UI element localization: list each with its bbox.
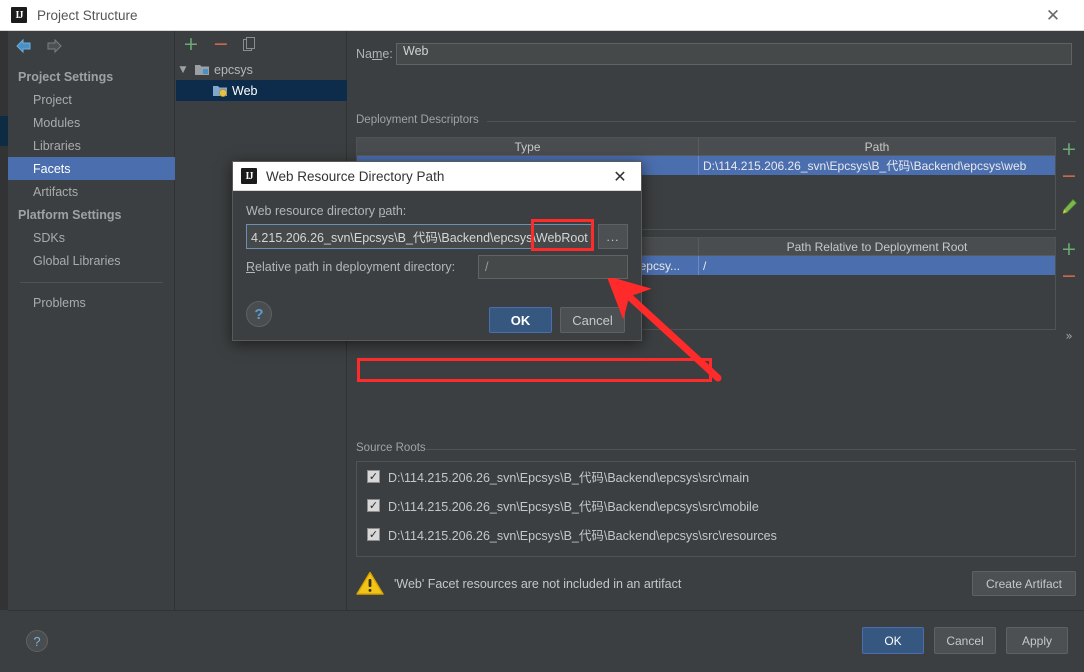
sidebar-item-facets[interactable]: Facets [8, 157, 175, 180]
source-roots-group-label: Source Roots [356, 442, 1076, 454]
dialog-footer: ? OK Cancel Apply [8, 610, 1084, 664]
dialog-cancel-button[interactable]: Cancel [560, 307, 625, 333]
source-root-path: D:\114.215.206.26_svn\Epcsys\B_代码\Backen… [388, 500, 759, 514]
copy-icon[interactable] [242, 36, 258, 53]
group-rule [426, 449, 1076, 450]
sidebar-item-global-libraries[interactable]: Global Libraries [8, 249, 175, 272]
remove-descriptor-button[interactable]: − [1061, 167, 1077, 186]
tree-node-label: epcsys [214, 62, 253, 77]
dialog-ok-button[interactable]: OK [489, 307, 552, 333]
sidebar-item-problems[interactable]: Problems [8, 291, 175, 314]
source-root-item[interactable]: ✓ D:\114.215.206.26_svn\Epcsys\B_代码\Back… [357, 520, 1075, 549]
web-resource-directory-path-dialog: IJ Web Resource Directory Path ✕ Web res… [232, 161, 642, 341]
sidebar-group-title-project-settings: Project Settings [18, 69, 114, 84]
cell-relative-path: / [703, 258, 707, 273]
cell-path: D:\114.215.206.26_svn\Epcsys\B_代码\Backen… [703, 159, 1027, 173]
source-root-path: D:\114.215.206.26_svn\Epcsys\B_代码\Backen… [388, 471, 750, 485]
relative-path-input[interactable]: / [478, 255, 628, 279]
dialog-titlebar: IJ Web Resource Directory Path ✕ [233, 162, 641, 191]
intellij-icon: IJ [11, 7, 27, 23]
deployment-descriptors-group-label: Deployment Descriptors [356, 114, 1076, 126]
add-descriptor-button[interactable]: + [1061, 140, 1077, 159]
sidebar-divider [20, 282, 163, 283]
dialog-relative-label: Relative path in deployment directory: [246, 260, 456, 274]
add-web-resource-button[interactable]: + [1061, 240, 1077, 259]
sidebar-group-title-platform-settings: Platform Settings [18, 207, 122, 222]
ok-button[interactable]: OK [862, 627, 924, 654]
dialog-path-label: Web resource directory path: [246, 204, 407, 218]
web-resource-directories-buttons: + − » [1058, 237, 1080, 343]
sidebar-item-project[interactable]: Project [8, 88, 175, 111]
module-folder-icon [195, 65, 209, 75]
source-root-checkbox[interactable]: ✓ [367, 528, 380, 541]
group-title-text: Source Roots [356, 442, 426, 454]
sidebar-item-modules[interactable]: Modules [8, 111, 175, 134]
facet-tree-toolbar: + − [176, 31, 347, 58]
group-title-text: Deployment Descriptors [356, 114, 479, 126]
sidebar-item-libraries[interactable]: Libraries [8, 134, 175, 157]
arrow-right-icon[interactable] [45, 38, 63, 54]
column-header-path[interactable]: Path [699, 138, 1055, 155]
source-root-path: D:\114.215.206.26_svn\Epcsys\B_代码\Backen… [388, 529, 777, 543]
dialog-help-icon[interactable]: ? [246, 301, 272, 327]
artifact-warning-row: 'Web' Facet resources are not included i… [356, 571, 1076, 596]
footer-buttons: OK Cancel Apply [862, 627, 1068, 654]
source-root-checkbox[interactable]: ✓ [367, 470, 380, 483]
window-title: Project Structure [37, 7, 138, 23]
deployment-descriptors-buttons: + − [1058, 137, 1080, 230]
browse-button[interactable]: ... [598, 224, 628, 249]
settings-sidebar: Project Settings Project Modules Librari… [8, 31, 175, 610]
sidebar-nav-row [8, 31, 175, 61]
warning-triangle-icon [356, 571, 384, 595]
source-roots-list: ✓ D:\114.215.206.26_svn\Epcsys\B_代码\Back… [356, 461, 1076, 557]
chevron-down-icon[interactable]: ▼ [176, 65, 190, 75]
pencil-edit-icon[interactable] [1061, 198, 1078, 215]
close-icon[interactable]: ✕ [1036, 0, 1070, 31]
project-structure-window: IJ Project Structure ✕ Project Settings … [0, 0, 1084, 672]
dialog-title: Web Resource Directory Path [266, 168, 445, 184]
facet-name-row: Name: Web [356, 43, 1072, 65]
intellij-icon: IJ [241, 168, 257, 184]
sidebar-item-sdks[interactable]: SDKs [8, 226, 175, 249]
help-icon[interactable]: ? [26, 630, 48, 652]
tree-node-label: Web [232, 83, 258, 98]
sidebar-item-artifacts[interactable]: Artifacts [8, 180, 175, 203]
column-header-type[interactable]: Type [357, 138, 699, 155]
add-facet-button[interactable]: + [183, 35, 199, 54]
dialog-close-icon[interactable]: ✕ [607, 162, 633, 191]
cancel-button[interactable]: Cancel [934, 627, 996, 654]
web-resource-directory-path-input[interactable]: 4.215.206.26_svn\Epcsys\B_代码\Backend\epc… [246, 224, 592, 249]
apply-button[interactable]: Apply [1006, 627, 1068, 654]
table-header: Type Path [357, 138, 1055, 156]
column-header-path-relative[interactable]: Path Relative to Deployment Root [699, 238, 1055, 255]
remove-facet-button[interactable]: − [213, 35, 229, 54]
artifact-warning-text: 'Web' Facet resources are not included i… [394, 576, 682, 591]
left-rail-selection-accent [0, 116, 8, 146]
group-rule [487, 121, 1076, 122]
source-root-item[interactable]: ✓ D:\114.215.206.26_svn\Epcsys\B_代码\Back… [357, 491, 1075, 520]
sidebar-list: Project Settings Project Modules Librari… [8, 65, 175, 314]
window-titlebar: IJ Project Structure ✕ [0, 0, 1084, 31]
facet-tree-rows: ▼ epcsys Web [176, 59, 347, 101]
tree-node-epcsys[interactable]: ▼ epcsys [176, 59, 347, 80]
path-input-text: 4.215.206.26_svn\Epcsys\B_代码\Backend\epc… [251, 231, 588, 245]
expand-web-resource-button[interactable]: » [1065, 330, 1072, 342]
remove-web-resource-button[interactable]: − [1061, 267, 1077, 286]
facet-name-input[interactable]: Web [396, 43, 1072, 65]
tree-node-web[interactable]: Web [176, 80, 347, 101]
source-root-item[interactable]: ✓ D:\114.215.206.26_svn\Epcsys\B_代码\Back… [357, 462, 1075, 491]
left-rail [0, 31, 8, 610]
create-artifact-button[interactable]: Create Artifact [971, 571, 1076, 596]
web-facet-icon [213, 86, 227, 97]
facet-name-label: Name: [356, 47, 393, 61]
source-root-checkbox[interactable]: ✓ [367, 499, 380, 512]
arrow-left-icon[interactable] [15, 38, 33, 54]
